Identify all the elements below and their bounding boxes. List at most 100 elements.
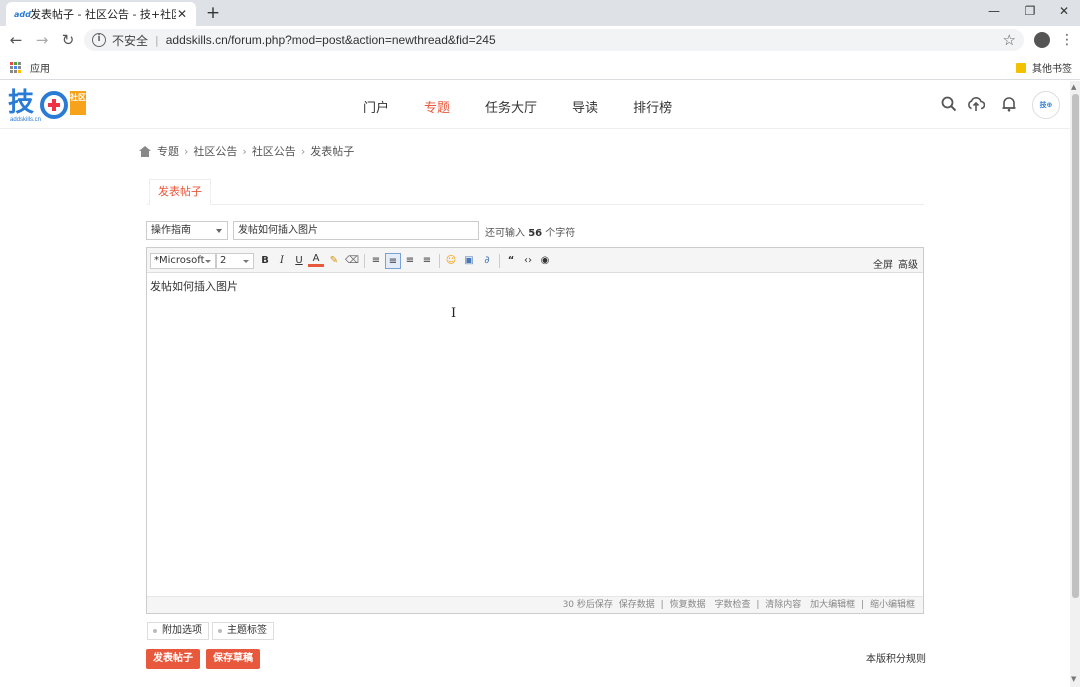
underline-icon[interactable]: U [291, 253, 307, 269]
credit-rules-link[interactable]: 本版积分规则 [866, 650, 926, 665]
logo-subtitle: addskills.cn [10, 117, 42, 123]
advanced-link[interactable]: 高级 [898, 256, 918, 271]
align-justify-icon[interactable]: ≡ [402, 253, 418, 269]
back-icon[interactable]: ← [6, 30, 26, 50]
image-icon[interactable]: ▣ [461, 253, 477, 269]
breadcrumb-item[interactable]: 专题 [157, 143, 179, 159]
breadcrumb: 专题 › 社区公告 › 社区公告 › 发表帖子 [139, 143, 354, 159]
folder-icon [1016, 62, 1026, 73]
text-cursor-icon: I [451, 306, 457, 321]
apps-shortcut[interactable]: 应用 [10, 60, 50, 75]
save-data-link[interactable]: 保存数据 [619, 600, 655, 610]
status-separator: | [861, 600, 865, 610]
align-left-icon[interactable]: ≡ [368, 253, 384, 269]
attachment-icon[interactable]: ∂ [479, 253, 495, 269]
apps-label: 应用 [30, 64, 50, 75]
breadcrumb-separator: › [300, 144, 306, 158]
info-icon[interactable]: i [92, 33, 106, 47]
scroll-up-icon[interactable]: ▲ [1071, 83, 1076, 91]
thread-tags-button[interactable]: 主题标签 [212, 622, 274, 640]
thread-type-value: 操作指南 [151, 225, 191, 236]
breadcrumb-item[interactable]: 社区公告 [252, 143, 296, 159]
remaining-suffix: 个字符 [545, 228, 576, 239]
scrollbar-thumb[interactable] [1072, 94, 1079, 598]
insecure-label: 不安全 [112, 33, 149, 48]
extra-options-button[interactable]: 附加选项 [147, 622, 209, 640]
breadcrumb-item[interactable]: 社区公告 [193, 143, 237, 159]
other-bookmarks[interactable]: 其他书签 [1016, 60, 1072, 75]
home-icon[interactable] [139, 145, 151, 157]
bookmarks-bar: 应用 其他书签 [0, 54, 1080, 80]
editor-body[interactable]: 发帖如何插入图片 [150, 278, 238, 294]
chevron-down-icon [205, 260, 211, 263]
bookmark-star-icon[interactable]: ☆ [1003, 31, 1016, 49]
font-size-value: 2 [220, 255, 227, 266]
minimize-icon[interactable]: — [976, 0, 1012, 22]
tab-new-post[interactable]: 发表帖子 [149, 179, 211, 205]
toolbar-divider [499, 254, 500, 268]
breadcrumb-separator: › [184, 144, 189, 158]
other-bookmarks-label: 其他书签 [1032, 64, 1072, 75]
quote-icon[interactable]: “ [503, 253, 519, 269]
new-tab-icon[interactable]: + [203, 3, 223, 23]
nav-item-topics[interactable]: 专题 [424, 97, 450, 116]
browser-toolbar: ← → ↻ i 不安全 | addskills.cn/forum.php?mod… [0, 26, 1080, 54]
nav-item-guide[interactable]: 导读 [572, 97, 598, 116]
align-center-icon[interactable]: ≡ [385, 253, 401, 269]
site-logo[interactable]: 技 社区 addskills.cn [8, 88, 88, 124]
forward-icon[interactable]: → [32, 30, 52, 50]
profile-icon[interactable] [1034, 32, 1050, 48]
align-right-icon[interactable]: ≡ [419, 253, 435, 269]
main-nav: 门户 专题 任务大厅 导读 排行榜 [363, 97, 707, 116]
search-icon[interactable] [940, 96, 958, 114]
clear-content-link[interactable]: 清除内容 [765, 600, 801, 610]
apps-grid-icon [10, 61, 22, 74]
bold-icon[interactable]: B [257, 253, 273, 269]
site-favicon: add [14, 9, 31, 19]
tab-strip: add 发表帖子 - 社区公告 - 技+社区 - ✕ + — ❐ ✕ [0, 0, 1080, 26]
code-icon[interactable]: ‹› [520, 253, 536, 269]
browser-tab[interactable]: add 发表帖子 - 社区公告 - 技+社区 - ✕ [6, 2, 196, 26]
submit-post-button[interactable]: 发表帖子 [146, 649, 200, 669]
remaining-count: 56 [528, 228, 543, 239]
status-separator: | [756, 600, 760, 610]
scroll-down-icon[interactable]: ▼ [1071, 675, 1076, 683]
close-window-icon[interactable]: ✕ [1046, 0, 1080, 22]
background-color-icon[interactable]: ✎ [326, 253, 342, 269]
nav-item-ranking[interactable]: 排行榜 [633, 97, 672, 116]
subject-input[interactable]: 发帖如何插入图片 [233, 221, 479, 240]
nav-item-tasks[interactable]: 任务大厅 [485, 97, 537, 116]
restore-icon[interactable]: ❐ [1012, 0, 1048, 22]
user-avatar[interactable]: 技⊕ [1032, 91, 1060, 119]
toolbar-divider [439, 254, 440, 268]
emoticon-icon[interactable]: ☺ [443, 253, 459, 269]
chevron-down-icon [216, 229, 222, 233]
menu-icon[interactable]: ⋮ [1058, 31, 1076, 49]
logo-badge: 社区 [70, 91, 86, 115]
font-size-select[interactable]: 2 [216, 253, 254, 269]
address-bar[interactable]: i 不安全 | addskills.cn/forum.php?mod=post&… [84, 29, 1024, 51]
browser-window: add 发表帖子 - 社区公告 - 技+社区 - ✕ + — ❐ ✕ ← → ↻… [0, 0, 1080, 687]
thread-type-select[interactable]: 操作指南 [146, 221, 228, 240]
toolbar-divider [364, 254, 365, 268]
notification-bell-icon[interactable] [1000, 96, 1018, 114]
fullscreen-link[interactable]: 全屏 [873, 256, 893, 271]
upload-icon[interactable] [967, 96, 986, 114]
plus-icon [40, 91, 68, 119]
font-family-select[interactable]: *Microsoft [150, 253, 216, 269]
qq-icon[interactable]: ◉ [537, 253, 553, 269]
nav-item-portal[interactable]: 门户 [363, 97, 389, 116]
italic-icon[interactable]: I [274, 253, 290, 269]
save-draft-button[interactable]: 保存草稿 [206, 649, 260, 669]
url-divider: | [155, 33, 159, 47]
restore-data-link[interactable]: 恢复数据 [670, 600, 706, 610]
url-text[interactable]: addskills.cn/forum.php?mod=post&action=n… [166, 33, 1003, 47]
reload-icon[interactable]: ↻ [58, 30, 78, 50]
logo-char: 技 [8, 88, 35, 118]
clear-format-icon[interactable]: ⌫ [344, 253, 360, 269]
word-count-link[interactable]: 字数检查 [714, 600, 750, 610]
enlarge-editor-link[interactable]: 加大编辑框 [810, 600, 855, 610]
font-color-icon[interactable]: A [308, 253, 324, 267]
shrink-editor-link[interactable]: 缩小编辑框 [870, 600, 915, 610]
close-tab-icon[interactable]: ✕ [176, 7, 188, 21]
